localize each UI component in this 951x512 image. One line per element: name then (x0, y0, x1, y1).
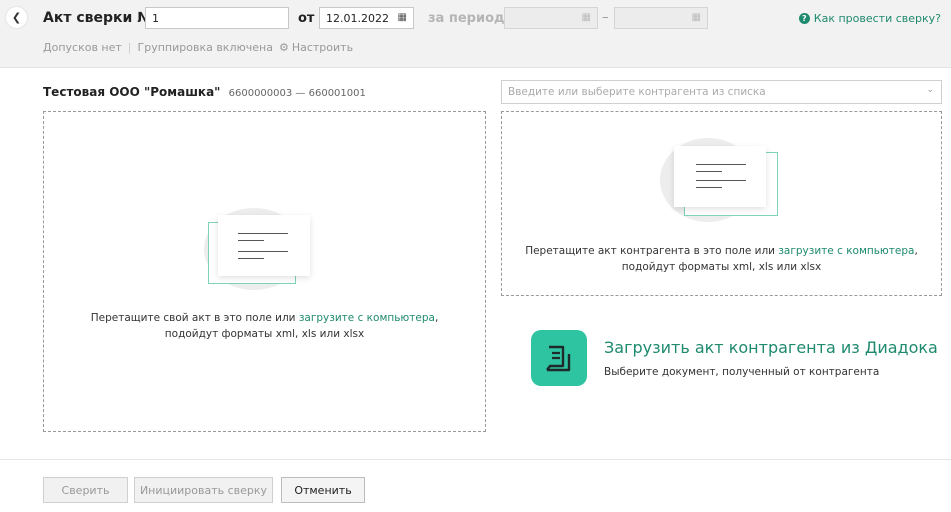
act-number-value: 1 (152, 12, 159, 25)
chevron-down-icon: ⌄ (926, 85, 934, 95)
grouping-text: Группировка включена (137, 41, 273, 54)
period-start-input[interactable]: ▦ (504, 7, 598, 29)
upload-from-computer-link[interactable]: загрузите с компьютера (778, 245, 914, 257)
diadoc-upload-link[interactable]: Загрузить акт контрагента из Диадока (604, 338, 938, 357)
period-dash: – (602, 10, 609, 25)
from-label: от (298, 11, 315, 26)
reconcile-button[interactable]: Сверить (43, 477, 128, 503)
drop-formats: подойдут форматы xml, xls или xlsx (621, 261, 822, 273)
drop-text: Перетащите акт контрагента в это поле ил… (525, 245, 779, 257)
period-end-input[interactable]: ▦ (614, 7, 708, 29)
diadoc-icon[interactable] (531, 330, 587, 386)
organization-name: Тестовая ООО "Ромашка" 6600000003 — 6600… (43, 85, 366, 99)
drop-text-comma: , (914, 245, 918, 257)
counterparty-drop-instructions: Перетащите акт контрагента в это поле ил… (502, 243, 941, 275)
question-icon: ? (798, 13, 810, 24)
period-label: за период (428, 11, 505, 26)
cancel-button[interactable]: Отменить (281, 477, 365, 503)
initiate-reconciliation-button[interactable]: Инициировать сверку (134, 477, 273, 503)
own-act-dropzone[interactable]: Перетащите свой акт в это поле или загру… (43, 111, 486, 432)
help-link[interactable]: ? Как провести сверку? (798, 12, 941, 25)
calendar-icon[interactable]: ▦ (692, 12, 701, 23)
configure-link[interactable]: ⚙ Настроить (279, 41, 353, 54)
back-button[interactable]: ❮ (6, 7, 27, 28)
admissions-text: Допусков нет (43, 41, 122, 54)
settings-summary: Допусков нет | Группировка включена ⚙ На… (43, 41, 353, 54)
drop-text: Перетащите свой акт в это поле или (90, 312, 299, 324)
diadoc-logo-icon (546, 345, 571, 372)
counterparty-select[interactable]: Введите или выберите контрагента из спис… (501, 80, 942, 104)
drop-text-comma: , (434, 312, 439, 324)
drop-formats: подойдут форматы xml, xls или xlsx (164, 328, 365, 340)
calendar-icon[interactable]: ▦ (582, 12, 591, 23)
page-title: Акт сверки № (43, 10, 155, 26)
date-input[interactable]: 12.01.2022 ▦ (319, 7, 414, 29)
header: ❮ Акт сверки № 1 от 12.01.2022 ▦ за пери… (0, 0, 951, 68)
configure-label: Настроить (291, 41, 354, 54)
document-illustration-icon (674, 146, 766, 207)
document-illustration-icon (218, 215, 310, 276)
footer-divider (0, 459, 951, 460)
gear-icon: ⚙ (278, 41, 289, 54)
help-link-label: Как провести сверку? (813, 12, 941, 25)
own-act-drop-instructions: Перетащите свой акт в это поле или загру… (44, 310, 485, 342)
chevron-left-icon: ❮ (11, 11, 22, 24)
separator: | (127, 41, 132, 54)
counterparty-placeholder: Введите или выберите контрагента из спис… (508, 86, 766, 98)
diadoc-subtitle: Выберите документ, полученный от контраг… (604, 366, 880, 378)
upload-from-computer-link[interactable]: загрузите с компьютера (299, 312, 435, 324)
org-name: Тестовая ООО "Ромашка" (43, 85, 221, 99)
act-number-input[interactable]: 1 (145, 7, 289, 29)
org-codes: 6600000003 — 660001001 (228, 88, 366, 99)
counterparty-act-dropzone[interactable]: Перетащите акт контрагента в это поле ил… (501, 111, 942, 296)
calendar-icon[interactable]: ▦ (398, 12, 407, 23)
date-value: 12.01.2022 (326, 12, 389, 25)
